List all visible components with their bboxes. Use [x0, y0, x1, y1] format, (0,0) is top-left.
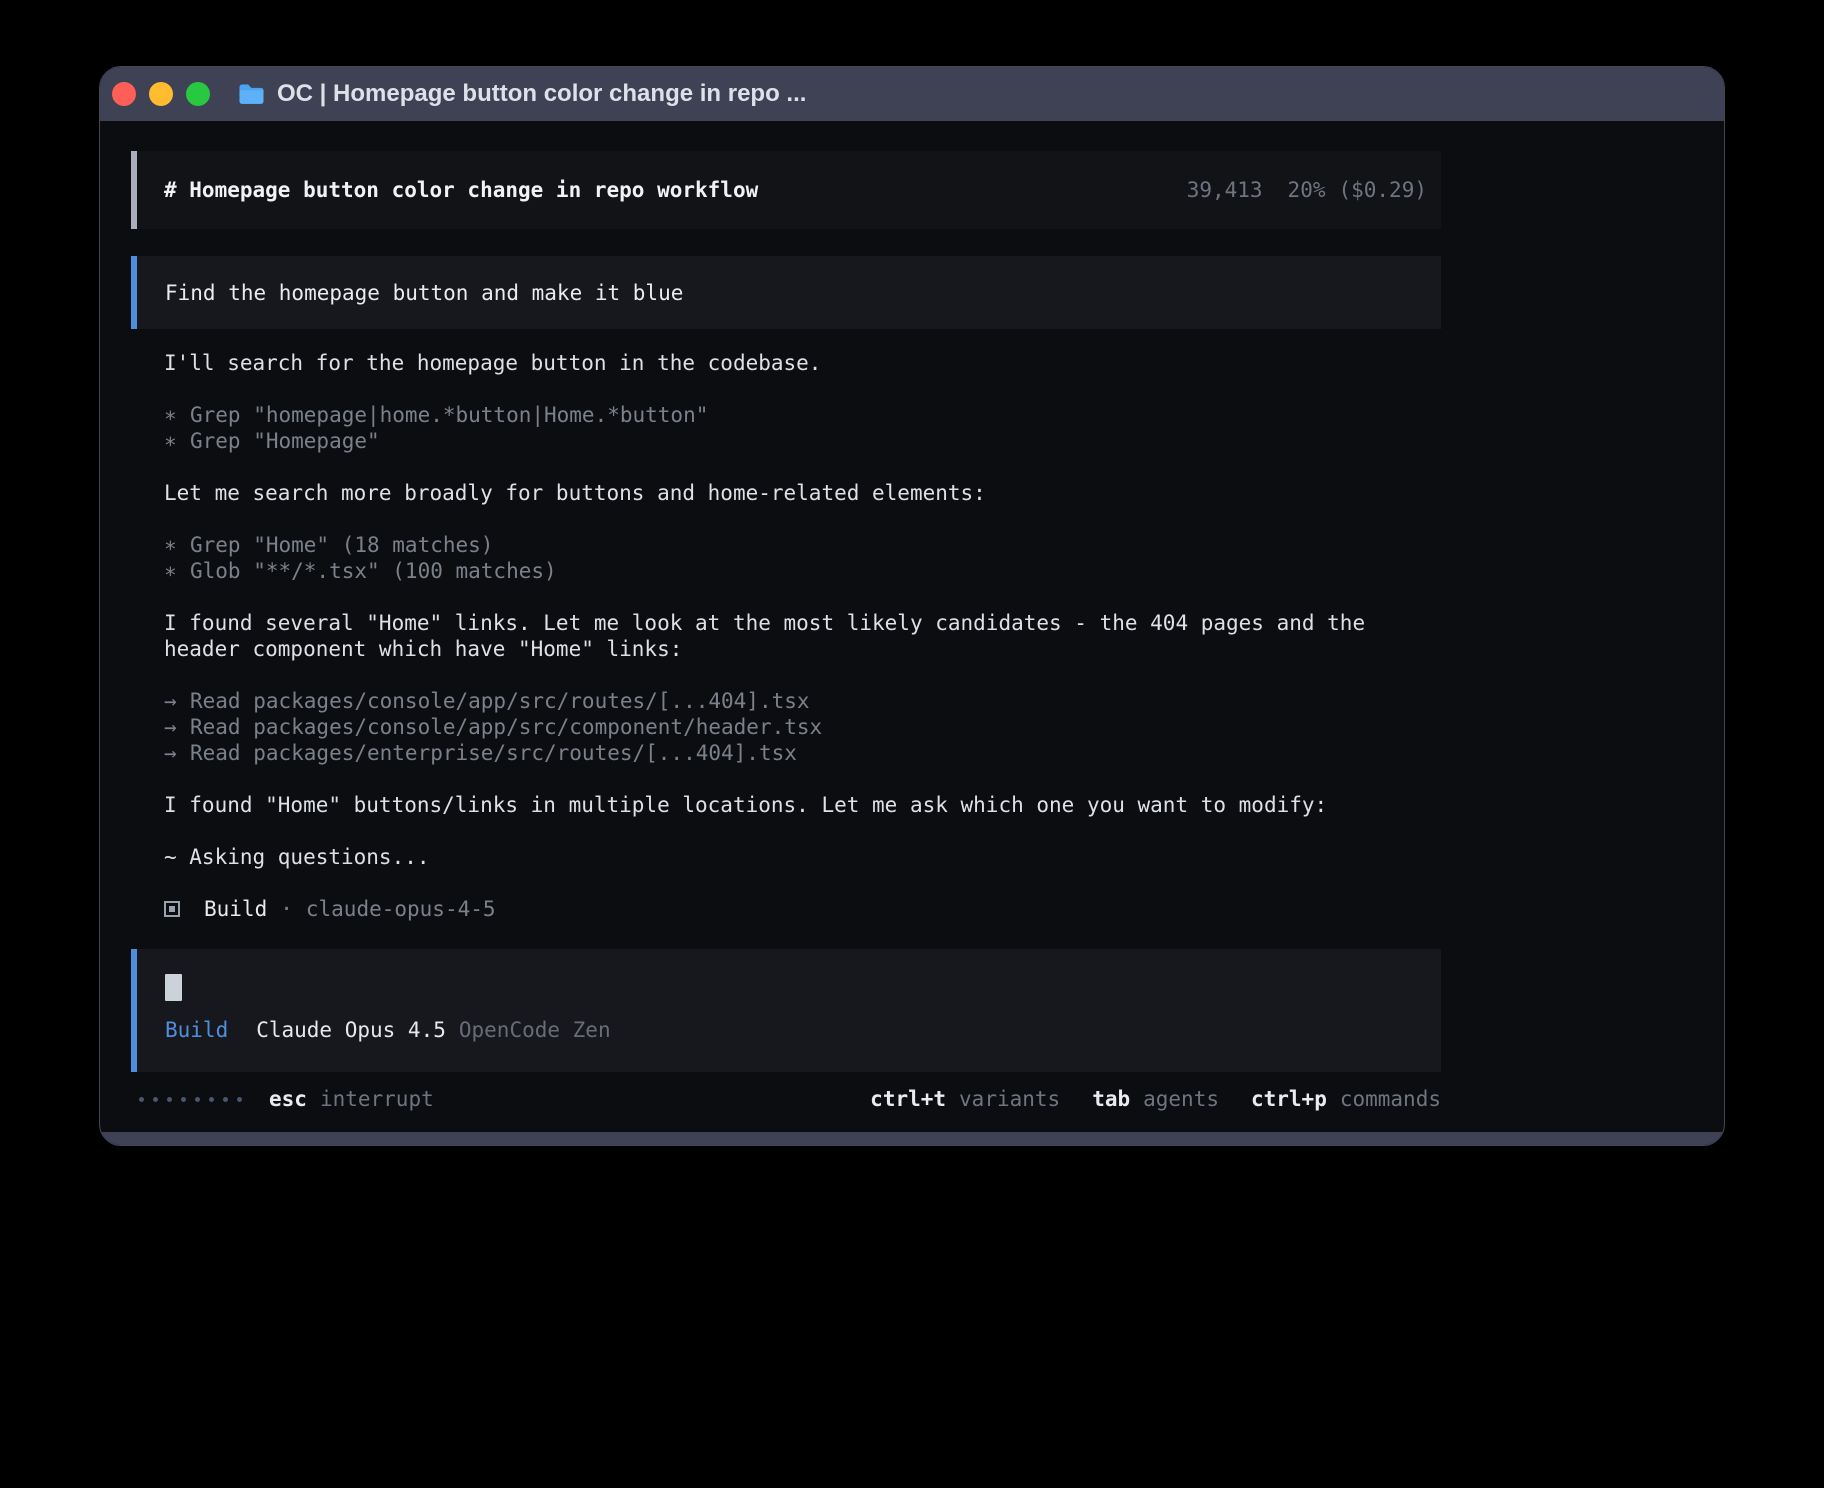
status-left: esc interrupt: [131, 1086, 434, 1112]
hint-commands: ctrl+p commands: [1251, 1086, 1441, 1112]
context-percent: 20%: [1288, 177, 1326, 203]
prompt-input[interactable]: Build Claude Opus 4.5 OpenCode Zen: [131, 949, 1441, 1072]
user-message: Find the homepage button and make it blu…: [131, 256, 1441, 329]
hint-variants: ctrl+t variants: [870, 1086, 1060, 1112]
assistant-paragraph: I found several "Home" links. Let me loo…: [164, 610, 1441, 662]
grep-tool-call: ∗Grep "homepage|home.*button|Home.*butto…: [164, 402, 1441, 428]
tool-call-text: Read packages/enterprise/src/routes/[...…: [190, 741, 797, 765]
session-header: # Homepage button color change in repo w…: [131, 151, 1441, 229]
spinner-dot: [167, 1097, 172, 1102]
provider-label: OpenCode Zen: [459, 1017, 611, 1043]
glob-tool-call: ∗Glob "**/*.tsx" (100 matches): [164, 558, 1441, 584]
spinner-dot: [139, 1097, 144, 1102]
agent-name: Build: [204, 896, 267, 922]
traffic-lights: [112, 82, 210, 106]
spinner-dot: [237, 1097, 242, 1102]
agent-separator: ·: [280, 896, 293, 922]
opencode-terminal-window: OC | Homepage button color change in rep…: [99, 66, 1725, 1146]
agent-model: claude-opus-4-5: [306, 896, 496, 922]
build-agent-icon: [164, 901, 180, 917]
variants-label: variants: [959, 1086, 1060, 1112]
ctrl-p-key[interactable]: ctrl+p: [1251, 1086, 1327, 1112]
window-titlebar[interactable]: OC | Homepage button color change in rep…: [100, 67, 1724, 121]
progress-dots: [139, 1097, 242, 1102]
asking-questions-status: ~ Asking questions...: [164, 844, 1441, 870]
grep-tool-call: ∗Grep "Homepage": [164, 428, 1441, 454]
close-button[interactable]: [112, 82, 136, 106]
token-count: 39,413: [1187, 177, 1263, 203]
session-cost: ($0.29): [1338, 177, 1427, 203]
tab-key[interactable]: tab: [1092, 1086, 1130, 1112]
folder-icon: [238, 83, 265, 105]
mode-label[interactable]: Build: [165, 1017, 228, 1043]
zoom-button[interactable]: [186, 82, 210, 106]
tool-call-text: Read packages/console/app/src/component/…: [190, 715, 822, 739]
grep-tool-call: ∗Grep "Home" (18 matches): [164, 532, 1441, 558]
spinner-dot: [195, 1097, 200, 1102]
arrow-icon: →: [164, 740, 190, 766]
tool-call-text: Grep "Home" (18 matches): [190, 533, 493, 557]
esc-label: interrupt: [320, 1086, 434, 1112]
session-title: # Homepage button color change in repo w…: [164, 177, 758, 203]
assistant-paragraph: I found "Home" buttons/links in multiple…: [164, 792, 1441, 818]
spinner-dot: [223, 1097, 228, 1102]
agent-status-line: Build · claude-opus-4-5: [164, 896, 1441, 922]
tool-bullet-icon: ∗: [164, 532, 190, 558]
read-tool-call: →Read packages/console/app/src/routes/[.…: [164, 688, 1441, 714]
status-bar: esc interrupt ctrl+t variants tab agents…: [131, 1086, 1441, 1112]
read-tool-call: →Read packages/enterprise/src/routes/[..…: [164, 740, 1441, 766]
input-meta-row: Build Claude Opus 4.5 OpenCode Zen: [165, 1017, 1413, 1043]
model-label[interactable]: Claude Opus 4.5: [256, 1017, 446, 1043]
minimize-button[interactable]: [149, 82, 173, 106]
tool-call-group: ∗Grep "homepage|home.*button|Home.*butto…: [164, 402, 1441, 454]
spinner-dot: [181, 1097, 186, 1102]
spinner-dot: [209, 1097, 214, 1102]
terminal-content: # Homepage button color change in repo w…: [131, 121, 1441, 1112]
session-stats: 39,413 20% ($0.29): [1187, 177, 1427, 203]
hint-agents: tab agents: [1092, 1086, 1219, 1112]
ctrl-t-key[interactable]: ctrl+t: [870, 1086, 946, 1112]
assistant-response: I'll search for the homepage button in t…: [131, 350, 1441, 922]
read-tool-call: →Read packages/console/app/src/component…: [164, 714, 1441, 740]
tool-call-text: Grep "Homepage": [190, 429, 380, 453]
screen-background: OC | Homepage button color change in rep…: [0, 0, 1824, 1488]
tool-call-text: Read packages/console/app/src/routes/[..…: [190, 689, 810, 713]
tool-bullet-icon: ∗: [164, 428, 190, 454]
user-message-text: Find the homepage button and make it blu…: [165, 280, 683, 306]
tool-call-text: Grep "homepage|home.*button|Home.*button…: [190, 403, 708, 427]
arrow-icon: →: [164, 714, 190, 740]
spinner-dot: [153, 1097, 158, 1102]
tool-call-group: →Read packages/console/app/src/routes/[.…: [164, 688, 1441, 766]
text-cursor: [165, 974, 182, 1001]
agents-label: agents: [1143, 1086, 1219, 1112]
arrow-icon: →: [164, 688, 190, 714]
window-title: OC | Homepage button color change in rep…: [277, 80, 806, 108]
status-right: ctrl+t variants tab agents ctrl+p comman…: [870, 1086, 1441, 1112]
tool-bullet-icon: ∗: [164, 402, 190, 428]
tool-call-group: ∗Grep "Home" (18 matches) ∗Glob "**/*.ts…: [164, 532, 1441, 584]
assistant-paragraph: Let me search more broadly for buttons a…: [164, 480, 1441, 506]
window-bottom-edge: [100, 1132, 1724, 1145]
assistant-paragraph: I'll search for the homepage button in t…: [164, 350, 1441, 376]
esc-key[interactable]: esc: [269, 1086, 307, 1112]
tool-bullet-icon: ∗: [164, 558, 190, 584]
commands-label: commands: [1340, 1086, 1441, 1112]
tool-call-text: Glob "**/*.tsx" (100 matches): [190, 559, 557, 583]
